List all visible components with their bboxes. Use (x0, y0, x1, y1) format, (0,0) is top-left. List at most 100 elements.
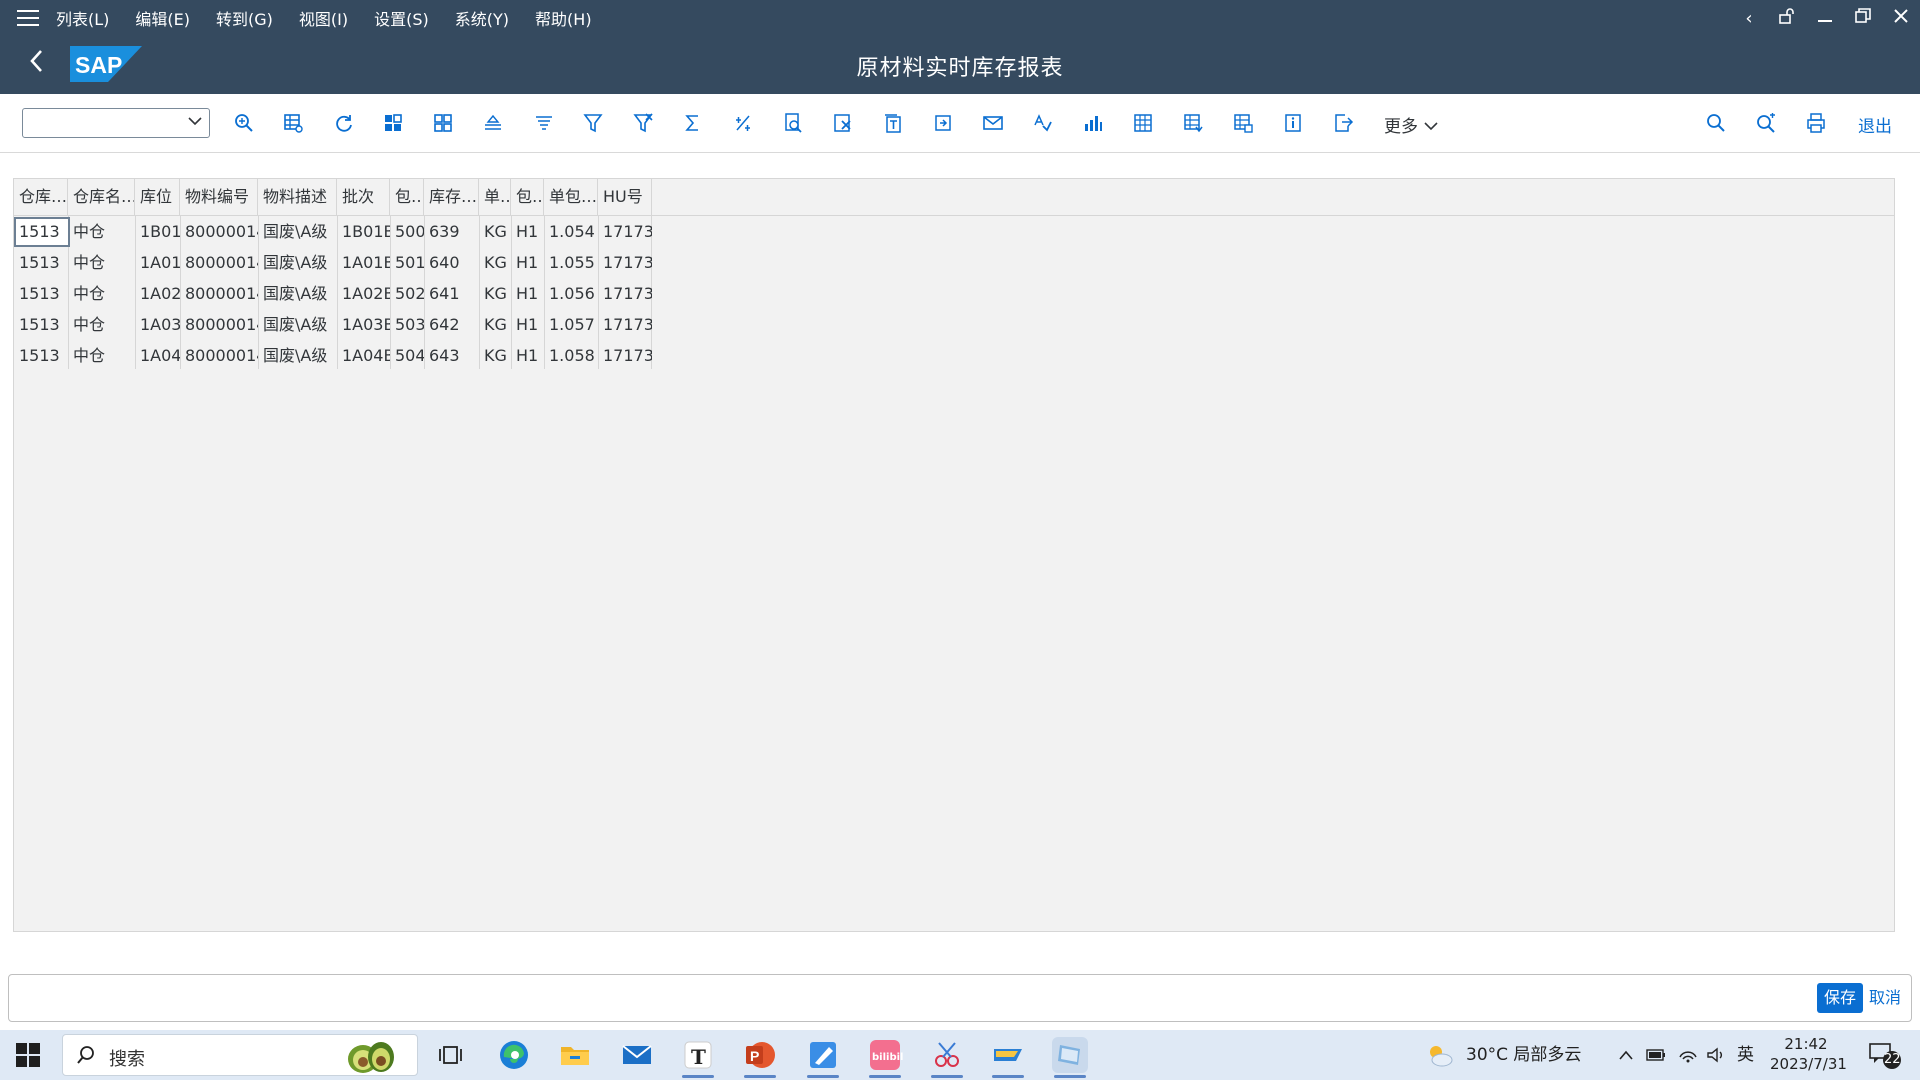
cell-batch[interactable]: 1A02B (337, 279, 390, 309)
graphic-icon[interactable] (1077, 107, 1109, 139)
menu-system[interactable]: 系统(Y) (455, 6, 509, 30)
more-button[interactable]: 更多 (1384, 112, 1439, 137)
table-row[interactable]: 1513中仓1A0280000014国废\A级1A02B502641KGH11.… (14, 279, 652, 309)
hamburger-menu-icon[interactable] (0, 0, 56, 36)
cell-stock[interactable]: 640 (424, 248, 479, 278)
cell-hu-number[interactable]: 17173 (598, 248, 652, 278)
cell-unit-package[interactable]: 1.056 (544, 279, 598, 309)
filter-delete-icon[interactable] (627, 107, 659, 139)
cell-warehouse[interactable]: 1513 (14, 341, 68, 371)
cell-material-desc[interactable]: 国废\A级 (258, 248, 337, 278)
sort-descending-icon[interactable] (528, 107, 560, 139)
command-field[interactable]: 保存 取消 (8, 974, 1912, 1022)
input-method-indicator[interactable]: 英 (1737, 1030, 1754, 1080)
cell-material-number[interactable]: 80000014 (180, 217, 258, 247)
cell-warehouse-name[interactable]: 中仓 (68, 310, 135, 340)
cell-package[interactable]: 504 (390, 341, 424, 371)
table-row[interactable]: 1513中仓1B0180000014国废\A级1B01B500639KGH11.… (14, 217, 652, 247)
windows-start-icon[interactable] (16, 1043, 40, 1067)
zoom-details-icon[interactable] (228, 107, 260, 139)
cell-package-type[interactable]: H1 (511, 279, 544, 309)
column-header[interactable]: 物料编号 (180, 179, 258, 215)
export-word-icon[interactable] (877, 107, 909, 139)
minimize-icon[interactable] (1806, 8, 1844, 29)
unlock-icon[interactable] (1768, 7, 1806, 30)
cell-batch[interactable]: 1A04B (337, 341, 390, 371)
column-header[interactable]: 库存… (424, 179, 479, 215)
cell-material-number[interactable]: 80000014 (180, 310, 258, 340)
search-icon[interactable] (1700, 107, 1732, 139)
cell-warehouse[interactable]: 1513 (14, 248, 68, 278)
table-row[interactable]: 1513中仓1A0380000014国废\A级1A03B503642KGH11.… (14, 310, 652, 340)
battery-icon[interactable] (1646, 1030, 1666, 1080)
cell-storage-bin[interactable]: 1A03 (135, 310, 180, 340)
mail-app-icon[interactable] (619, 1037, 655, 1073)
column-header[interactable]: 物料描述 (258, 179, 337, 215)
file-explorer-icon[interactable] (557, 1037, 593, 1073)
task-view-icon[interactable] (434, 1037, 470, 1073)
cell-hu-number[interactable]: 17173 (598, 279, 652, 309)
wifi-icon[interactable] (1678, 1030, 1698, 1080)
filter-icon[interactable] (577, 107, 609, 139)
cell-storage-bin[interactable]: 1A04 (135, 341, 180, 371)
menu-list[interactable]: 列表(L) (56, 6, 109, 30)
variant-dropdown[interactable] (22, 108, 210, 138)
print-icon[interactable] (1800, 107, 1832, 139)
save-layout-icon[interactable] (1227, 107, 1259, 139)
cell-warehouse-name[interactable]: 中仓 (68, 341, 135, 371)
cell-package-type[interactable]: H1 (511, 248, 544, 278)
column-header[interactable]: 仓库… (14, 179, 68, 215)
cell-stock[interactable]: 641 (424, 279, 479, 309)
cell-stock[interactable]: 643 (424, 341, 479, 371)
taskbar-search-box[interactable]: 搜索 (62, 1034, 418, 1076)
cell-unit-package[interactable]: 1.058 (544, 341, 598, 371)
sort-ascending-icon[interactable] (477, 107, 509, 139)
cell-storage-bin[interactable]: 1A02 (135, 279, 180, 309)
cell-batch[interactable]: 1A01B (337, 248, 390, 278)
subtotal-icon[interactable] (727, 107, 759, 139)
clock[interactable]: 21:42 2023/7/31 (1770, 1030, 1847, 1084)
select-layout-icon[interactable] (1177, 107, 1209, 139)
powerpoint-icon[interactable]: P (742, 1037, 778, 1073)
exit-button[interactable]: 退出 (1858, 112, 1892, 137)
cell-package[interactable]: 501 (390, 248, 424, 278)
table-row[interactable]: 1513中仓1A0480000014国废\A级1A04B504643KGH11.… (14, 341, 652, 371)
cell-stock[interactable]: 642 (424, 310, 479, 340)
cell-warehouse-name[interactable]: 中仓 (68, 279, 135, 309)
cell-material-desc[interactable]: 国废\A级 (258, 217, 337, 247)
deselect-all-icon[interactable] (427, 107, 459, 139)
abc-analysis-icon[interactable] (1027, 107, 1059, 139)
collapse-chevron-icon[interactable]: ‹ (1730, 8, 1768, 29)
cell-stock[interactable]: 639 (424, 217, 479, 247)
cell-storage-bin[interactable]: 1B01 (135, 217, 180, 247)
cell-material-number[interactable]: 80000014 (180, 279, 258, 309)
cell-package[interactable]: 500 (390, 217, 424, 247)
column-header[interactable]: 单… (479, 179, 511, 215)
snipping-tool-icon[interactable] (929, 1037, 965, 1073)
menu-edit[interactable]: 编辑(E) (135, 6, 190, 30)
cell-warehouse-name[interactable]: 中仓 (68, 217, 135, 247)
cell-unit[interactable]: KG (479, 279, 511, 309)
cell-batch[interactable]: 1B01B (337, 217, 390, 247)
close-icon[interactable] (1882, 8, 1920, 29)
save-button[interactable]: 保存 (1817, 983, 1863, 1013)
cell-storage-bin[interactable]: 1A01 (135, 248, 180, 278)
cell-warehouse[interactable]: 1513 (14, 310, 68, 340)
change-layout-icon[interactable] (1127, 107, 1159, 139)
weather-icon[interactable] (1424, 1030, 1454, 1080)
menu-view[interactable]: 视图(I) (299, 6, 348, 30)
cell-batch[interactable]: 1A03B (337, 310, 390, 340)
column-header[interactable]: 单包… (544, 179, 598, 215)
cell-unit[interactable]: KG (479, 248, 511, 278)
menu-help[interactable]: 帮助(H) (535, 6, 592, 30)
select-all-icon[interactable] (377, 107, 409, 139)
bilibili-icon[interactable]: bilibili (867, 1037, 907, 1073)
cell-unit-package[interactable]: 1.055 (544, 248, 598, 278)
cancel-button[interactable]: 取消 (1865, 983, 1905, 1013)
volume-icon[interactable] (1706, 1030, 1726, 1080)
menu-settings[interactable]: 设置(S) (374, 6, 429, 30)
cell-hu-number[interactable]: 17173 (598, 310, 652, 340)
restore-icon[interactable] (1844, 7, 1882, 29)
cell-warehouse[interactable]: 1513 (14, 279, 68, 309)
cell-package-type[interactable]: H1 (511, 217, 544, 247)
